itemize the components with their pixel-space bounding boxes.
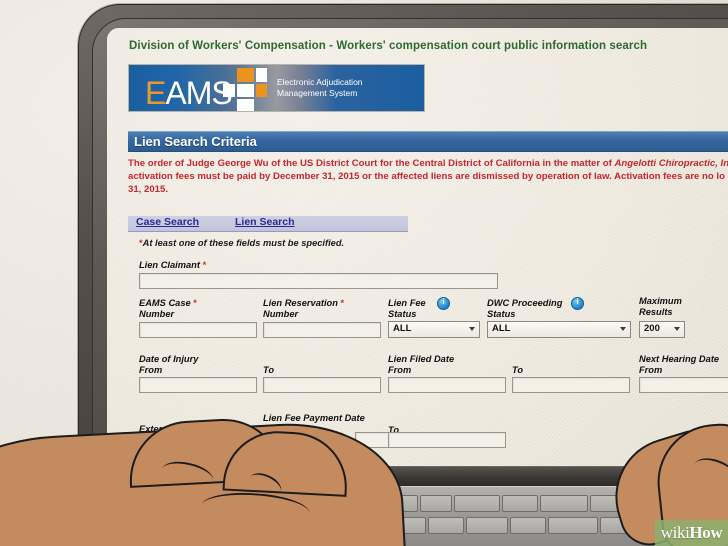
lien-filed-date-to-input[interactable] bbox=[512, 377, 630, 393]
eams-tagline: Electronic Adjudication Management Syste… bbox=[277, 77, 363, 98]
eams-letter-e: E bbox=[145, 75, 166, 111]
logo-square-orange-1 bbox=[237, 68, 254, 82]
notice-text-1: The order of Judge George Wu of the US D… bbox=[128, 158, 615, 169]
label-eams-case-number-l2: Number bbox=[139, 309, 175, 319]
chevron-down-icon-lien-fee bbox=[469, 327, 475, 331]
info-icon-dwc-proceeding-status[interactable] bbox=[571, 297, 584, 310]
label-lien-fee-status-l1: Lien Fee bbox=[388, 298, 426, 308]
label-lien-claimant-required: * bbox=[202, 260, 207, 270]
keyboard-key[interactable] bbox=[502, 495, 538, 512]
date-of-injury-from-input[interactable] bbox=[139, 377, 257, 393]
label-lien-fee-status: Lien Fee Status bbox=[388, 298, 426, 320]
search-tabs: Case Search Lien Search bbox=[128, 216, 408, 232]
laptop-screen: Division of Workers' Compensation - Work… bbox=[107, 28, 728, 470]
label-date-of-injury: Date of Injury bbox=[139, 354, 199, 364]
label-dwc-proceeding-status: DWC Proceeding Status bbox=[487, 298, 562, 320]
section-header-label: Lien Search Criteria bbox=[134, 134, 257, 149]
watermark-wiki: wiki bbox=[660, 523, 690, 542]
logo-square-white-2 bbox=[237, 84, 254, 97]
hand-crease bbox=[689, 452, 728, 494]
eams-tagline-line1: Electronic Adjudication bbox=[277, 77, 363, 87]
label-lien-reservation-number: Lien Reservation * Number bbox=[263, 298, 344, 320]
tab-case-search[interactable]: Case Search bbox=[136, 216, 199, 231]
lien-claimant-input[interactable] bbox=[139, 273, 498, 289]
chevron-down-icon-max-results bbox=[674, 327, 680, 331]
required-fields-note: *At least one of these fields must be sp… bbox=[139, 238, 344, 248]
info-icon-lien-fee-status[interactable] bbox=[437, 297, 450, 310]
label-dwc-l1: DWC Proceeding bbox=[487, 298, 563, 308]
label-max-results-l1: Maximum bbox=[639, 296, 682, 306]
wikihow-watermark-text: wikiHow bbox=[660, 523, 723, 543]
keyboard-key[interactable] bbox=[428, 517, 464, 534]
logo-square-white-4 bbox=[237, 99, 254, 111]
label-eams-case-number-required: * bbox=[193, 298, 197, 308]
label-date-of-injury-from: From bbox=[139, 365, 163, 375]
next-hearing-date-from-input[interactable] bbox=[639, 377, 728, 393]
maximum-results-select[interactable]: 200 bbox=[639, 321, 685, 338]
wikihow-watermark: wikiHow bbox=[655, 520, 728, 546]
label-lien-filed-date: Lien Filed Date bbox=[388, 354, 455, 364]
logo-square-white-3 bbox=[223, 84, 235, 97]
chevron-down-icon-dwc bbox=[620, 327, 626, 331]
eams-wordmark: EAMS bbox=[145, 75, 233, 111]
lien-filed-date-from-input[interactable] bbox=[388, 377, 506, 393]
notice-text-2: activation fees must be paid by December… bbox=[128, 171, 725, 182]
maximum-results-value: 200 bbox=[644, 323, 660, 334]
photo-canvas: Division of Workers' Compensation - Work… bbox=[0, 0, 728, 546]
web-page: Division of Workers' Compensation - Work… bbox=[107, 28, 728, 470]
lien-reservation-number-input[interactable] bbox=[263, 322, 381, 338]
label-lien-reservation-l1: Lien Reservation bbox=[263, 298, 338, 308]
label-date-of-injury-to: To bbox=[263, 365, 275, 375]
eams-logo-banner: EAMS Electronic Adjudication Management … bbox=[128, 64, 425, 112]
keyboard-key[interactable] bbox=[466, 517, 508, 534]
lien-fee-status-select[interactable]: ALL bbox=[388, 321, 480, 338]
keyboard-key[interactable] bbox=[420, 495, 452, 512]
tab-lien-search[interactable]: Lien Search bbox=[235, 216, 295, 231]
section-header-bar: Lien Search Criteria bbox=[128, 131, 728, 152]
hand-crease bbox=[200, 489, 311, 530]
label-eams-case-number: EAMS Case * Number bbox=[139, 298, 197, 320]
label-max-results-l2: Results bbox=[639, 307, 673, 317]
label-lien-claimant-text: Lien Claimant bbox=[139, 260, 200, 270]
keyboard-key[interactable] bbox=[510, 517, 546, 534]
logo-square-orange-2 bbox=[256, 84, 267, 97]
label-next-hearing-date: Next Hearing Date bbox=[639, 354, 720, 364]
lien-fee-status-value: ALL bbox=[393, 323, 412, 334]
date-of-injury-to-input[interactable] bbox=[263, 377, 381, 393]
court-order-notice: The order of Judge George Wu of the US D… bbox=[128, 157, 728, 196]
dwc-proceeding-status-value: ALL bbox=[492, 323, 511, 334]
required-note-text: At least one of these fields must be spe… bbox=[142, 238, 345, 248]
label-next-hearing-date-from: From bbox=[639, 365, 663, 375]
lien-fee-payment-date-to-input[interactable] bbox=[388, 432, 506, 448]
label-lien-fee-status-l2: Status bbox=[388, 309, 417, 319]
dwc-proceeding-status-select[interactable]: ALL bbox=[487, 321, 631, 338]
eams-letters-ams: AMS bbox=[165, 75, 232, 111]
keyboard-key[interactable] bbox=[540, 495, 588, 512]
notice-text-3: 31, 2015. bbox=[128, 184, 169, 195]
label-lien-filed-date-to: To bbox=[512, 365, 524, 375]
label-dwc-l2: Status bbox=[487, 309, 516, 319]
eams-tagline-line2: Management System bbox=[277, 87, 358, 98]
page-title: Division of Workers' Compensation - Work… bbox=[129, 40, 648, 52]
label-maximum-results: Maximum Results bbox=[639, 296, 682, 318]
left-hand-illustration bbox=[0, 415, 409, 546]
logo-square-white-1 bbox=[256, 68, 267, 82]
eams-case-number-input[interactable] bbox=[139, 322, 257, 338]
watermark-how: How bbox=[689, 523, 723, 542]
keyboard-key[interactable] bbox=[548, 517, 598, 534]
label-lien-claimant: Lien Claimant * bbox=[139, 260, 206, 271]
label-lien-fee-payment-date: Lien Fee Payment Date bbox=[263, 413, 365, 423]
keyboard-key[interactable] bbox=[454, 495, 500, 512]
label-lien-reservation-l2: Number bbox=[263, 309, 299, 319]
label-lien-reservation-required: * bbox=[340, 298, 345, 308]
notice-case-name: Angelotti Chiropractic, In bbox=[614, 158, 728, 169]
label-lien-filed-date-from: From bbox=[388, 365, 412, 375]
label-eams-case-number-l1: EAMS Case bbox=[139, 298, 191, 308]
